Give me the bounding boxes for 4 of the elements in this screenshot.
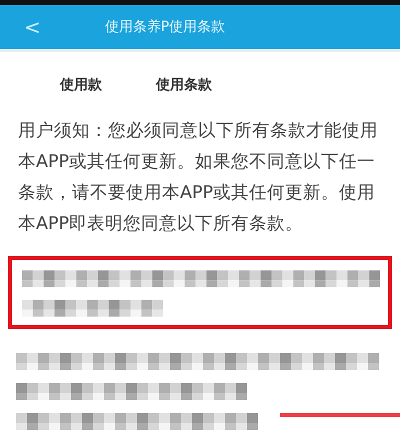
page-title: 使用条养P使用条款 — [104, 18, 226, 36]
notice-text: 用户须知：您必须同意以下所有条款才能使用本APP或其任何更新。如果您不同意以下任一条款，请不要使用本APP或其任何更新。使用本APP即表明您同意以下所有条款。 — [18, 120, 379, 236]
tab[interactable]: 使用款 — [60, 76, 102, 94]
tab[interactable]: 使用条款 — [156, 76, 212, 94]
